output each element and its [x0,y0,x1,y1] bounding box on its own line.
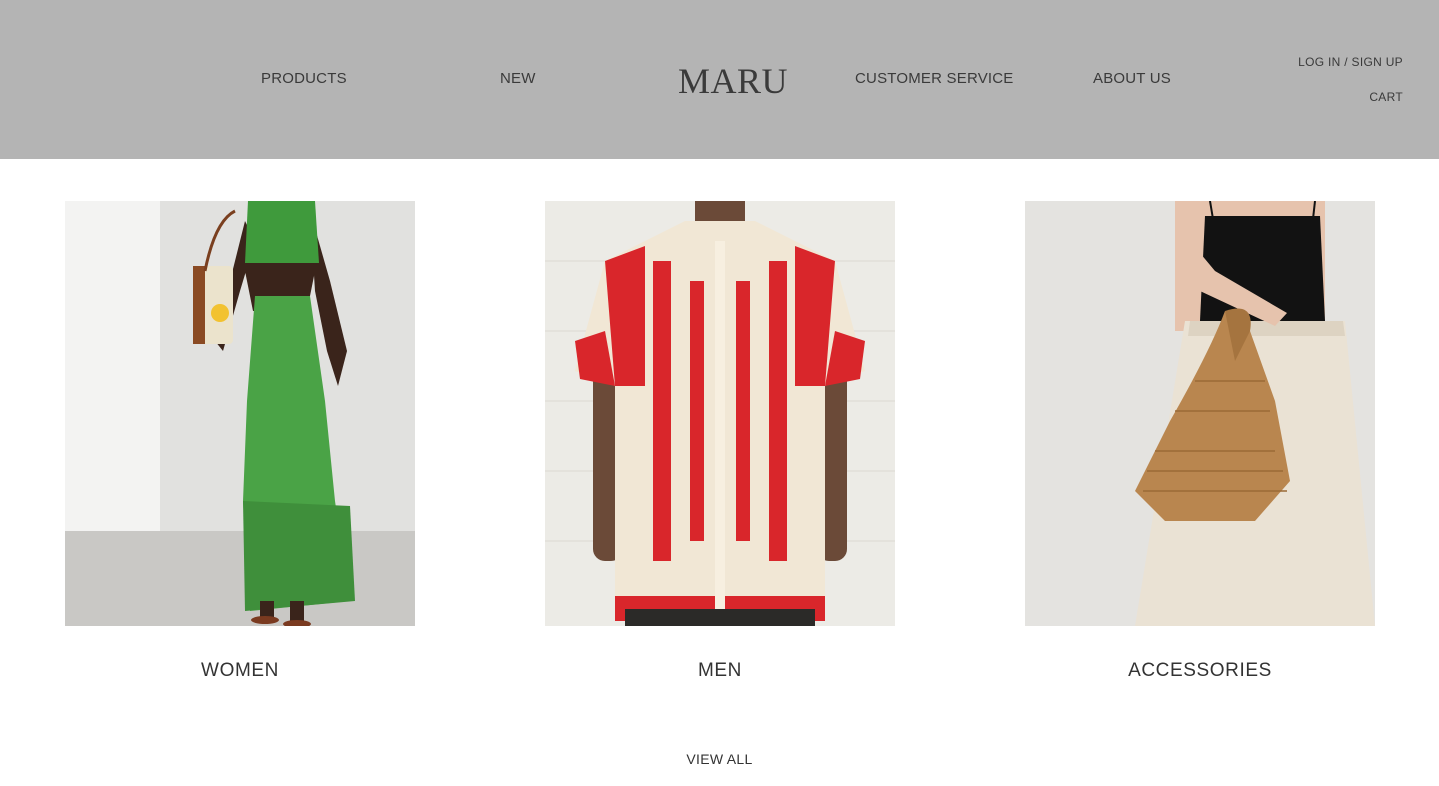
nav-new[interactable]: NEW [500,70,536,88]
category-label-men[interactable]: MEN [545,661,895,681]
category-label-accessories[interactable]: ACCESSORIES [1025,661,1375,681]
category-card-men[interactable]: MEN [545,201,895,681]
login-signup-link[interactable]: LOG IN / SIGN UP [1298,55,1403,69]
view-all-link[interactable]: VIEW ALL [0,751,1439,767]
accessories-category-image[interactable] [1025,201,1375,626]
site-header: PRODUCTS NEW MARU CUSTOMER SERVICE ABOUT… [0,0,1439,159]
nav-about-us[interactable]: ABOUT US [1093,70,1171,88]
category-card-women[interactable]: WOMEN [65,201,415,681]
cart-link[interactable]: CART [1369,90,1403,104]
category-card-accessories[interactable]: ACCESSORIES [1025,201,1375,681]
site-logo[interactable]: MARU [678,61,788,101]
category-label-women[interactable]: WOMEN [65,661,415,681]
nav-customer-service[interactable]: CUSTOMER SERVICE [855,70,1014,88]
nav-products[interactable]: PRODUCTS [261,70,347,88]
men-category-image[interactable] [545,201,895,626]
women-category-image[interactable] [65,201,415,626]
